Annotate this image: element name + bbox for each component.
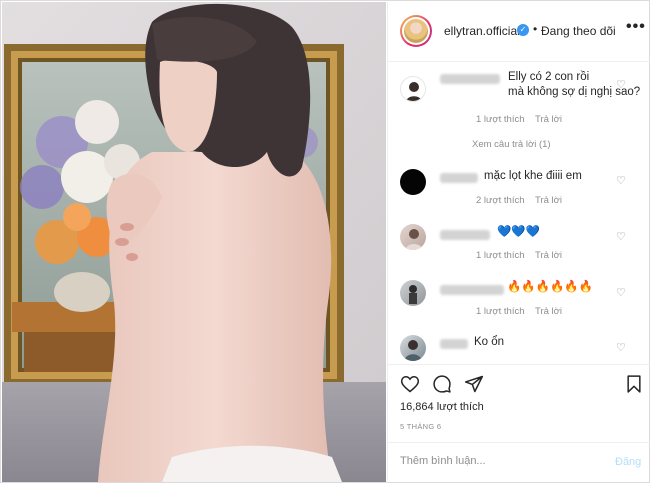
verified-badge-icon: ✓ [517, 24, 529, 36]
reply-button[interactable]: Trả lời [535, 114, 562, 125]
comment-bubble-icon[interactable] [432, 374, 452, 394]
header-separator: • [533, 22, 538, 36]
commenter-name[interactable] [440, 173, 478, 183]
commenter-avatar[interactable] [400, 280, 426, 306]
post-dialog: ellytran.official ✓ • Đang theo dõi ••• … [0, 0, 650, 483]
more-options-icon[interactable]: ••• [626, 18, 646, 36]
comment-likes[interactable]: 2 lượt thích [476, 195, 525, 206]
author-username[interactable]: ellytran.official [444, 24, 520, 38]
comment-heart-icon[interactable]: ♡ [616, 287, 628, 299]
post-header: ellytran.official ✓ • Đang theo dõi ••• [388, 2, 650, 62]
post-photo[interactable] [2, 2, 386, 482]
post-actions: 16,864 lượt thích 5 THÁNG 6 Đăng [388, 364, 650, 483]
commenter-name[interactable] [440, 285, 504, 295]
comment-heart-icon[interactable]: ♡ [616, 175, 628, 187]
comment-likes[interactable]: 1 lượt thích [476, 250, 525, 261]
share-arrow-icon[interactable] [464, 374, 484, 394]
following-button[interactable]: Đang theo dõi [541, 24, 616, 38]
bookmark-icon[interactable] [624, 374, 644, 394]
comment-likes[interactable]: 1 lượt thích [476, 114, 525, 125]
comment-text: 💙💙💙 [497, 226, 540, 238]
heart-icon[interactable] [400, 374, 420, 394]
reply-button[interactable]: Trả lời [535, 250, 562, 261]
reply-button[interactable]: Trả lời [535, 195, 562, 206]
comment-likes[interactable]: 1 lượt thích [476, 306, 525, 317]
person-icon [404, 340, 422, 361]
comment-text: Ko ổn [474, 336, 505, 348]
commenter-name[interactable] [440, 74, 500, 84]
comment-text: mặc lọt khe điiii em [484, 170, 582, 182]
post-date[interactable]: 5 THÁNG 6 [400, 422, 441, 431]
post-photo-illustration [2, 2, 386, 482]
author-avatar[interactable] [400, 15, 432, 47]
person-icon [405, 82, 423, 101]
commenter-name[interactable] [440, 339, 468, 349]
comment-heart-icon[interactable]: ♡ [616, 231, 628, 243]
commenter-avatar[interactable] [400, 224, 426, 250]
likes-count[interactable]: 16,864 lượt thích [400, 401, 484, 413]
commenter-name[interactable] [440, 230, 490, 240]
post-comment-button[interactable]: Đăng [615, 456, 641, 468]
commenter-avatar[interactable] [400, 76, 426, 102]
post-sidebar: ellytran.official ✓ • Đang theo dõi ••• … [387, 2, 650, 483]
reply-button[interactable]: Trả lời [535, 306, 562, 317]
comments-list: Elly có 2 con rồi mà không sợ dị nghị sa… [388, 63, 650, 364]
comment-text: 🔥🔥🔥🔥🔥🔥 [507, 281, 593, 293]
commenter-avatar[interactable] [400, 335, 426, 361]
person-icon [405, 229, 423, 250]
commenter-avatar[interactable] [400, 169, 426, 195]
person-icon [409, 285, 417, 304]
comment-heart-icon[interactable]: ♡ [616, 79, 628, 91]
view-replies-link[interactable]: Xem câu trả lời (1) [472, 139, 551, 150]
author-avatar-image [404, 19, 428, 43]
comment-input[interactable] [400, 455, 600, 467]
comment-heart-icon[interactable]: ♡ [616, 342, 628, 354]
add-comment-bar: Đăng [388, 442, 650, 483]
